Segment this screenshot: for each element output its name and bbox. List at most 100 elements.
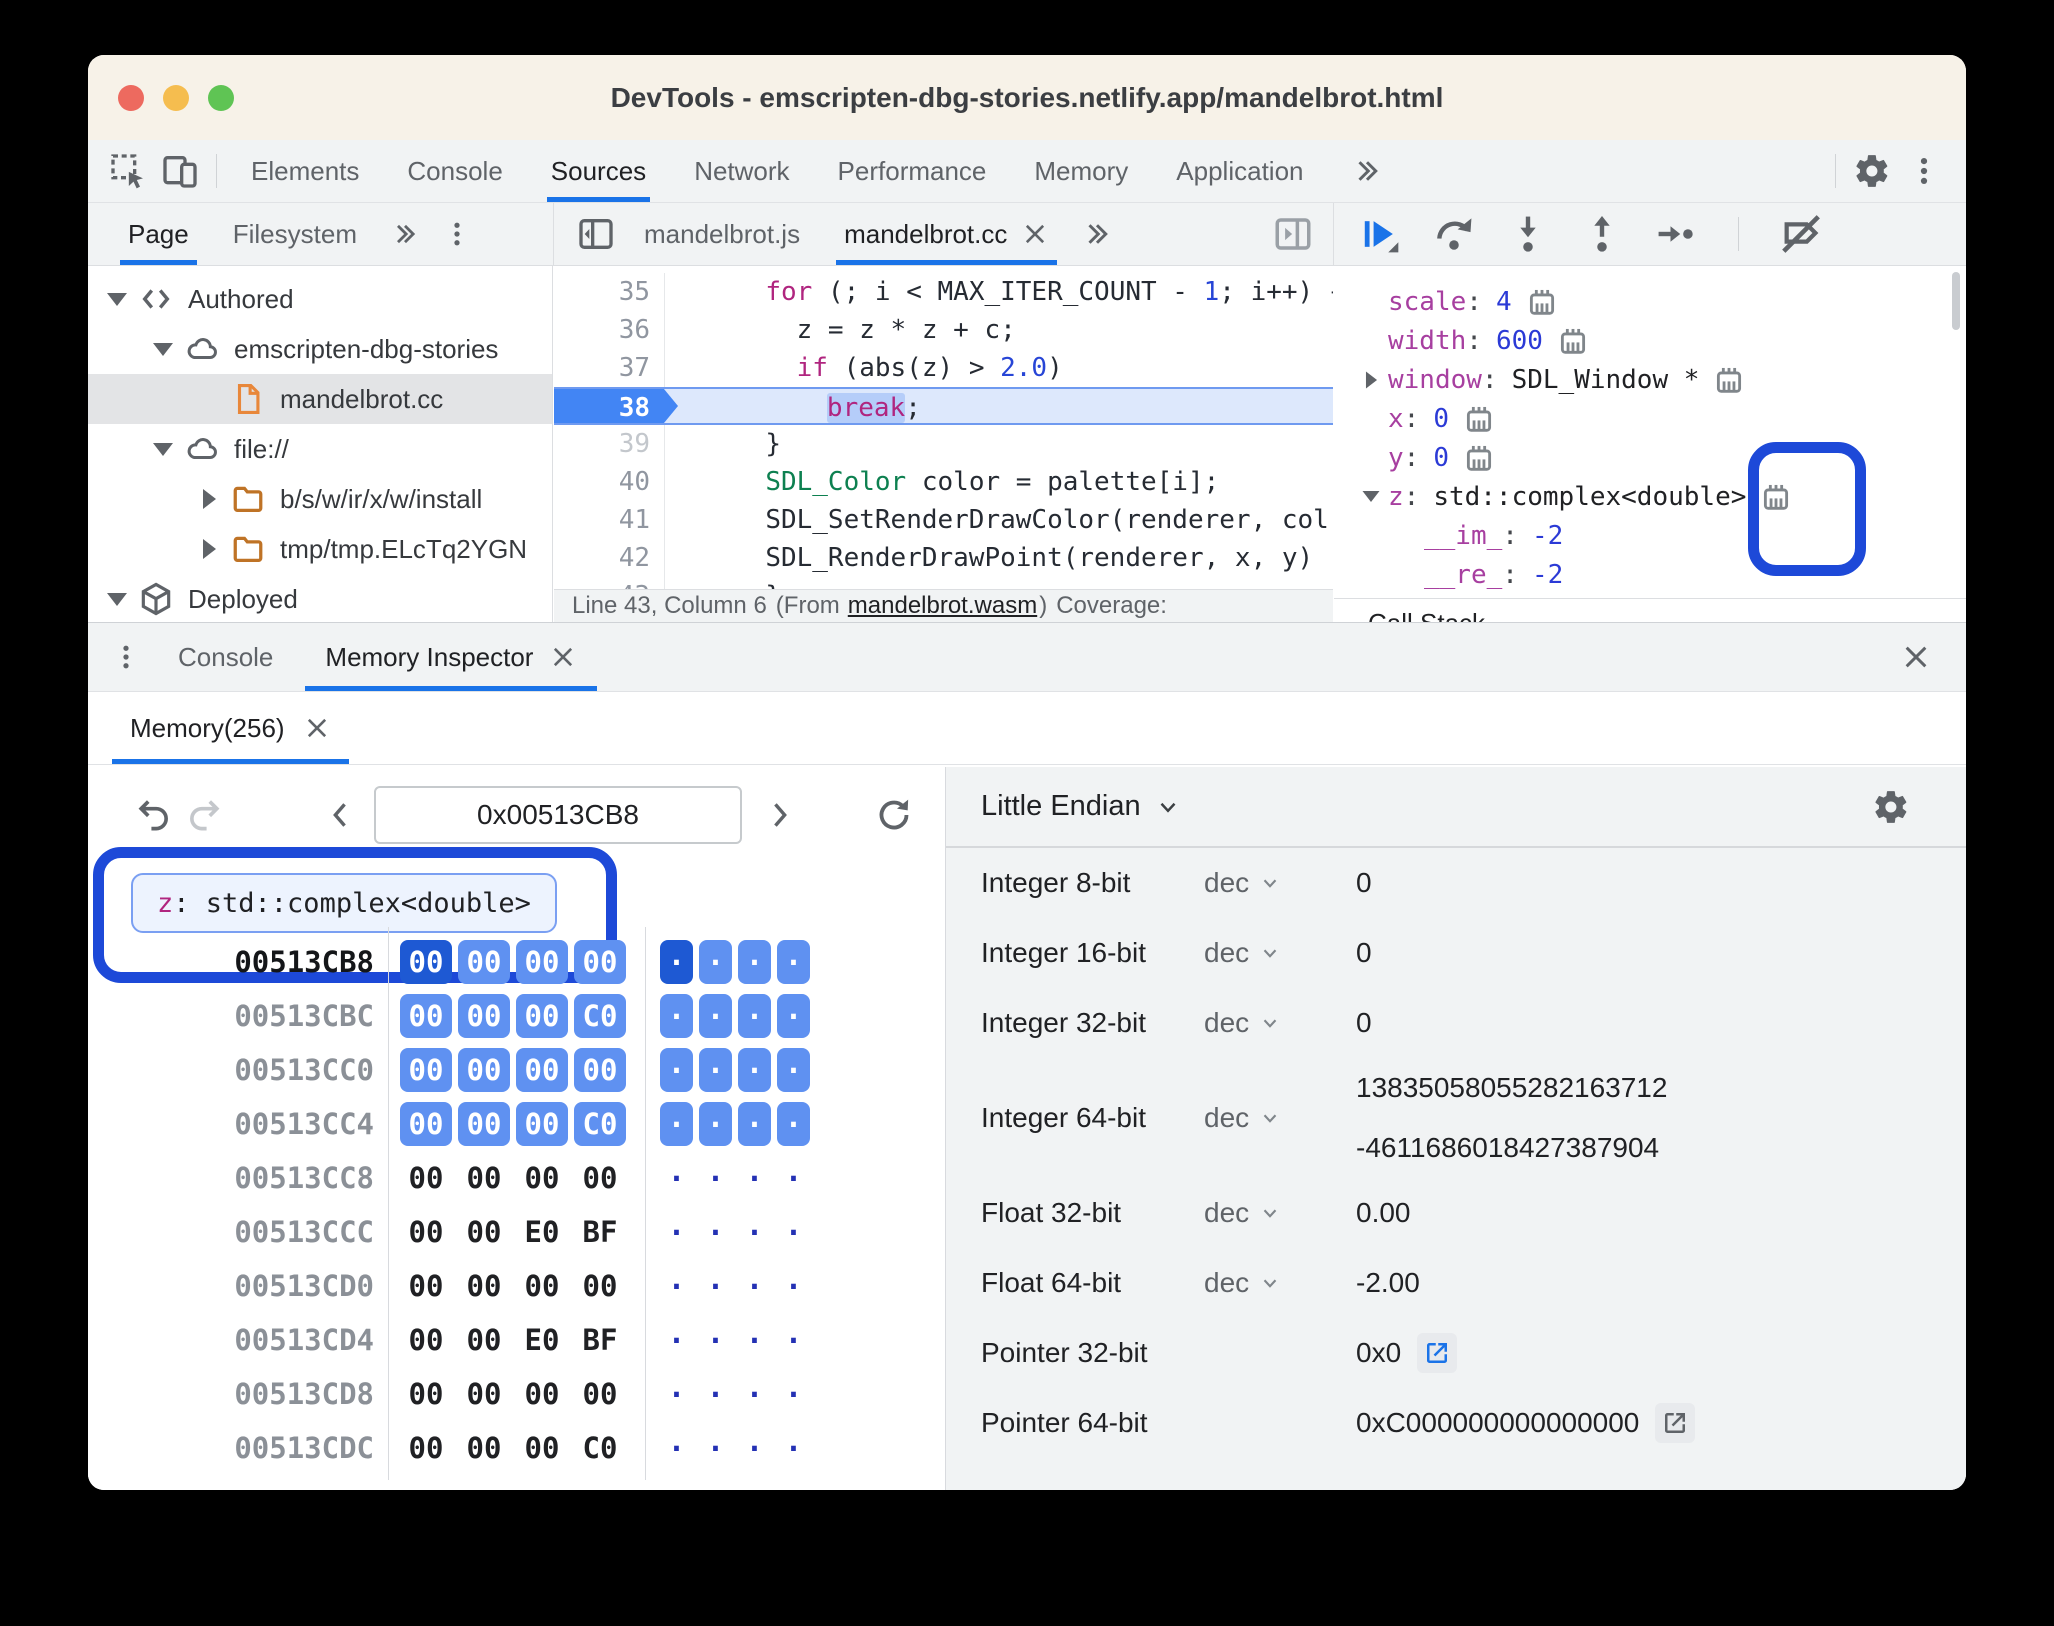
tab-application[interactable]: Application bbox=[1152, 140, 1327, 202]
memory-chip-icon[interactable] bbox=[1524, 285, 1560, 319]
ascii-char[interactable]: . bbox=[660, 1424, 693, 1470]
ascii-char[interactable]: . bbox=[660, 1208, 693, 1254]
ascii-char[interactable]: . bbox=[699, 938, 732, 984]
jump-to-pointer-box[interactable] bbox=[1417, 1333, 1458, 1373]
hex-byte[interactable]: 00 bbox=[400, 1210, 452, 1254]
step-out-button[interactable] bbox=[1580, 212, 1624, 256]
device-toolbar-icon[interactable] bbox=[154, 145, 206, 197]
ascii-char[interactable]: . bbox=[699, 1208, 732, 1254]
hex-byte[interactable]: BF bbox=[574, 1318, 626, 1362]
step-over-button[interactable] bbox=[1432, 212, 1476, 256]
memory-chip-icon[interactable] bbox=[1461, 441, 1497, 475]
ascii-char[interactable]: . bbox=[738, 1046, 771, 1092]
navigator-tab-filesystem[interactable]: Filesystem bbox=[211, 203, 379, 265]
more-panels-button[interactable] bbox=[1328, 140, 1406, 202]
memory-chip-icon[interactable] bbox=[1555, 324, 1591, 358]
value-mode-select[interactable]: dec bbox=[1204, 1197, 1356, 1229]
tab-console[interactable]: Console bbox=[383, 140, 526, 202]
ascii-char[interactable]: . bbox=[738, 938, 771, 984]
close-window-button[interactable] bbox=[118, 84, 144, 111]
line-number-36[interactable]: 36 bbox=[554, 311, 665, 349]
ascii-char[interactable]: . bbox=[699, 1100, 732, 1146]
ascii-char[interactable]: . bbox=[738, 1208, 771, 1254]
navigator-kebab-menu-icon[interactable] bbox=[431, 208, 483, 260]
tree-item-b-s-w-ir-x-w-install[interactable]: b/s/w/ir/x/w/install bbox=[88, 474, 552, 524]
navigator-tab-page[interactable]: Page bbox=[106, 203, 211, 265]
tree-item-mandelbrot-cc[interactable]: mandelbrot.cc bbox=[88, 374, 552, 424]
wasm-source-link[interactable]: mandelbrot.wasm bbox=[848, 592, 1037, 620]
endianness-select[interactable]: Little Endian bbox=[981, 790, 1141, 823]
more-editor-tabs-button[interactable] bbox=[1071, 208, 1123, 260]
deactivate-breakpoints-button[interactable] bbox=[1779, 211, 1825, 257]
hex-byte[interactable]: 00 bbox=[400, 1048, 452, 1092]
call-stack-section-header[interactable]: Call Stack bbox=[1334, 598, 1966, 622]
hide-navigator-panel-icon[interactable] bbox=[570, 208, 622, 260]
tab-performance[interactable]: Performance bbox=[814, 140, 1011, 202]
tree-expand-arrow[interactable] bbox=[100, 292, 134, 306]
memory-chip-icon[interactable] bbox=[1711, 363, 1747, 397]
memory-chip-icon-box[interactable] bbox=[1524, 285, 1560, 319]
memory-chip-icon-box[interactable] bbox=[1555, 324, 1591, 358]
ascii-char[interactable]: . bbox=[738, 1316, 771, 1362]
hex-byte[interactable]: 00 bbox=[516, 1264, 568, 1308]
close-tab-icon[interactable] bbox=[549, 643, 577, 671]
memory-chip-icon-box[interactable] bbox=[1461, 441, 1497, 475]
maximize-window-button[interactable] bbox=[208, 84, 234, 111]
ascii-char[interactable]: . bbox=[777, 1370, 810, 1416]
ascii-char[interactable]: . bbox=[699, 1262, 732, 1308]
ascii-char[interactable]: . bbox=[777, 992, 810, 1038]
close-memory-tab-icon[interactable] bbox=[303, 714, 331, 742]
hex-byte[interactable]: 00 bbox=[458, 1048, 510, 1092]
hex-byte[interactable]: 00 bbox=[574, 940, 626, 984]
hex-byte[interactable]: 00 bbox=[458, 1426, 510, 1470]
hex-byte[interactable]: 00 bbox=[458, 940, 510, 984]
hex-byte[interactable]: 00 bbox=[458, 1156, 510, 1200]
tree-item-file-[interactable]: file:// bbox=[88, 424, 552, 474]
line-number-40[interactable]: 40 bbox=[554, 463, 665, 501]
highlight-tag[interactable]: z: std::complex<double> bbox=[131, 873, 557, 933]
hex-byte[interactable]: 00 bbox=[458, 1318, 510, 1362]
ascii-char[interactable]: . bbox=[738, 992, 771, 1038]
tree-expand-arrow[interactable] bbox=[146, 442, 180, 456]
hex-byte[interactable]: 00 bbox=[516, 940, 568, 984]
tree-expand-arrow[interactable] bbox=[100, 592, 134, 606]
hex-byte[interactable]: 00 bbox=[400, 1318, 452, 1362]
history-forward-icon[interactable] bbox=[186, 796, 224, 834]
hex-byte[interactable]: 00 bbox=[516, 1102, 568, 1146]
line-number-42[interactable]: 42 bbox=[554, 539, 665, 577]
hex-byte[interactable]: 00 bbox=[574, 1156, 626, 1200]
more-navigator-tabs-button[interactable] bbox=[379, 208, 431, 260]
tab-sources[interactable]: Sources bbox=[527, 140, 670, 202]
ascii-char[interactable]: . bbox=[738, 1154, 771, 1200]
tab-elements[interactable]: Elements bbox=[227, 140, 383, 202]
jump-to-pointer-box[interactable] bbox=[1655, 1403, 1696, 1443]
hex-byte[interactable]: 00 bbox=[458, 1210, 510, 1254]
tree-item-tmp-tmp-elctq2ygn[interactable]: tmp/tmp.ELcTq2YGN bbox=[88, 524, 552, 574]
drawer-kebab-menu-icon[interactable] bbox=[100, 631, 152, 683]
drawer-tab-console[interactable]: Console bbox=[152, 623, 299, 691]
ascii-char[interactable]: . bbox=[777, 1154, 810, 1200]
hex-byte[interactable]: 00 bbox=[574, 1372, 626, 1416]
value-mode-select[interactable]: dec bbox=[1204, 1267, 1356, 1299]
editor-tab-mandelbrot.cc[interactable]: mandelbrot.cc bbox=[822, 203, 1071, 265]
scope-scrollbar-thumb[interactable] bbox=[1952, 272, 1960, 330]
hex-byte[interactable]: 00 bbox=[400, 1102, 452, 1146]
ascii-char[interactable]: . bbox=[660, 938, 693, 984]
settings-gear-icon[interactable] bbox=[1846, 145, 1898, 197]
hex-byte[interactable]: 00 bbox=[400, 940, 452, 984]
ascii-char[interactable]: . bbox=[699, 1424, 732, 1470]
memory-chip-icon-box[interactable] bbox=[1758, 480, 1794, 514]
value-mode-select[interactable]: dec bbox=[1204, 1007, 1356, 1039]
memory-chip-icon-box[interactable] bbox=[1461, 402, 1497, 436]
ascii-char[interactable]: . bbox=[660, 992, 693, 1038]
line-number-37[interactable]: 37 bbox=[554, 349, 665, 387]
memory-tab[interactable]: Memory(256) bbox=[112, 692, 349, 764]
tree-item-deployed[interactable]: Deployed bbox=[88, 574, 552, 622]
hex-byte[interactable]: 00 bbox=[458, 1372, 510, 1416]
hex-byte[interactable]: 00 bbox=[400, 1156, 452, 1200]
step-button[interactable] bbox=[1654, 212, 1698, 256]
ascii-char[interactable]: . bbox=[777, 1316, 810, 1362]
line-number-39[interactable]: 39 bbox=[554, 425, 665, 463]
memory-chip-icon-box[interactable] bbox=[1711, 363, 1747, 397]
step-into-button[interactable] bbox=[1506, 212, 1550, 256]
